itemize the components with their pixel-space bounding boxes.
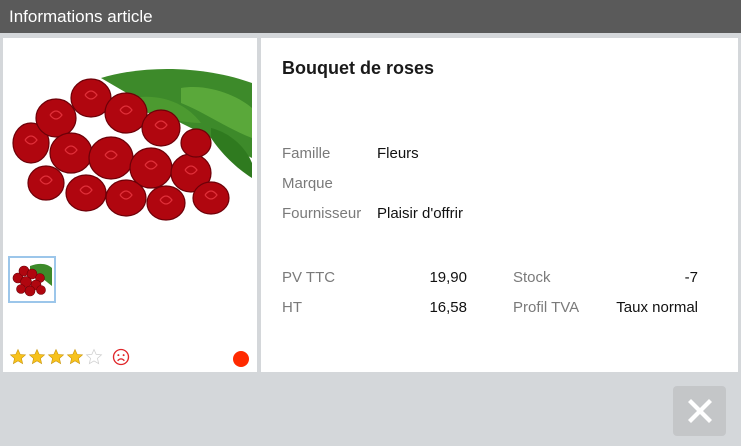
product-info-panel: Bouquet de roses Famille Fleurs Marque F… — [261, 38, 738, 372]
star-filled-icon[interactable] — [28, 348, 46, 366]
profil-tva-label: Profil TVA — [513, 299, 580, 316]
stock-value: -7 — [684, 269, 698, 286]
window-title: Informations article — [0, 0, 741, 33]
profil-tva-value: Taux normal — [616, 299, 698, 316]
famille-label: Famille — [282, 145, 331, 162]
ht-value: 16,58 — [429, 299, 467, 316]
star-filled-icon[interactable] — [9, 348, 27, 366]
product-image-panel — [3, 38, 257, 372]
stock-label: Stock — [513, 269, 551, 286]
product-name: Bouquet de roses — [282, 58, 435, 78]
ht-label: HT — [282, 299, 302, 316]
marque-label: Marque — [282, 175, 333, 192]
close-icon — [687, 399, 712, 423]
star-filled-icon[interactable] — [66, 348, 84, 366]
pv-ttc-value: 19,90 — [429, 269, 467, 286]
fournisseur-value: Plaisir d'offrir — [377, 205, 463, 222]
product-thumbnail[interactable] — [8, 256, 56, 303]
thumbnail-image — [12, 260, 52, 299]
fournisseur-label: Fournisseur — [282, 205, 362, 222]
famille-value: Fleurs — [377, 145, 419, 162]
product-image — [12, 68, 252, 221]
frown-icon[interactable] — [112, 348, 130, 366]
star-empty-icon[interactable] — [85, 348, 103, 366]
pv-ttc-label: PV TTC — [282, 269, 336, 286]
star-filled-icon[interactable] — [47, 348, 65, 366]
product-rating[interactable] — [9, 348, 130, 366]
close-button[interactable] — [673, 386, 726, 436]
status-indicator — [233, 351, 249, 367]
